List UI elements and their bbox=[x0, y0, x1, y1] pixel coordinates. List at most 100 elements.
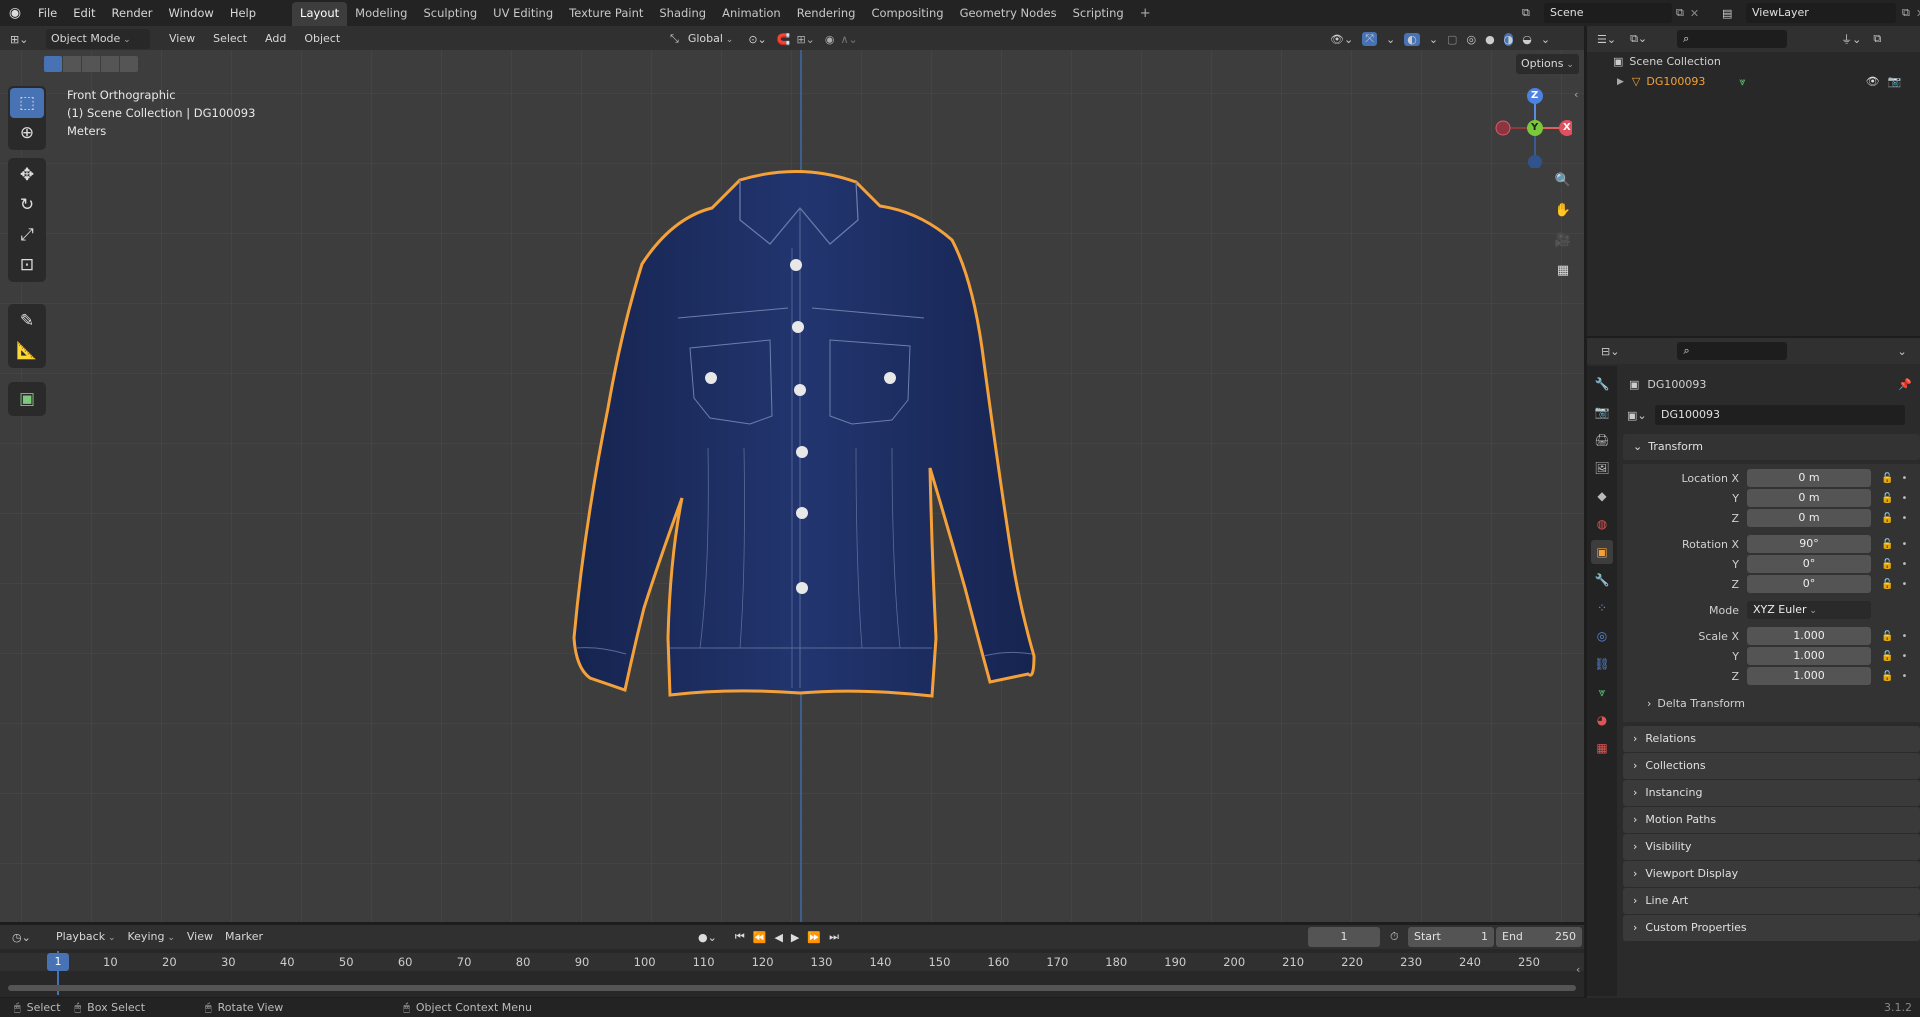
render-tab-icon[interactable]: 📷 bbox=[1591, 400, 1613, 424]
panel-custom-properties[interactable]: › Custom Properties bbox=[1623, 915, 1920, 941]
tab-shading[interactable]: Shading bbox=[651, 2, 714, 26]
timeline-menu-view[interactable]: View bbox=[181, 927, 219, 947]
jump-keyframe-forward-icon[interactable]: ⏩ bbox=[807, 931, 821, 944]
panel-motion-paths[interactable]: › Motion Paths bbox=[1623, 807, 1920, 833]
panel-instancing[interactable]: › Instancing bbox=[1623, 780, 1920, 806]
editor-type-icon[interactable]: ⊞⌄ bbox=[10, 33, 40, 46]
rotation-mode-dropdown[interactable]: XYZ Euler bbox=[1747, 601, 1871, 619]
object-tab-icon[interactable]: ▣ bbox=[1591, 540, 1613, 564]
view-layer-tab-icon[interactable]: 🖼 bbox=[1591, 456, 1613, 480]
select-mode-buttons[interactable] bbox=[44, 56, 138, 72]
tab-texture-paint[interactable]: Texture Paint bbox=[561, 2, 651, 26]
lock-icon[interactable]: 🔓• bbox=[1881, 473, 1915, 484]
lock-icon[interactable]: 🔓• bbox=[1881, 493, 1915, 504]
tab-sculpting[interactable]: Sculpting bbox=[415, 2, 485, 26]
tab-animation[interactable]: Animation bbox=[714, 2, 789, 26]
mesh-data-icon[interactable]: ⩔ bbox=[1739, 72, 1745, 92]
physics-tab-icon[interactable]: ◎ bbox=[1591, 624, 1613, 648]
timeline[interactable]: 10 20 30 40 50 60 70 80 90 100 110 120 130 140 150 160 1… bbox=[0, 949, 1584, 997]
blender-logo-icon[interactable]: ◉ bbox=[0, 5, 30, 21]
jump-keyframe-back-icon[interactable]: ⏪ bbox=[753, 931, 767, 944]
menu-help[interactable]: Help bbox=[222, 0, 264, 26]
particles-tab-icon[interactable]: ⁘ bbox=[1591, 596, 1613, 620]
mode-dropdown[interactable]: Object Mode bbox=[46, 29, 150, 49]
snap-options-icon[interactable]: ⊞⌄ bbox=[796, 33, 814, 46]
sidebar-toggle-icon[interactable]: ‹ bbox=[1574, 88, 1578, 101]
timeline-menu-marker[interactable]: Marker bbox=[219, 927, 269, 947]
lock-icon[interactable]: 🔓• bbox=[1881, 631, 1915, 642]
tab-modeling[interactable]: Modeling bbox=[347, 2, 415, 26]
viewport-menu-select[interactable]: Select bbox=[204, 29, 256, 49]
tab-rendering[interactable]: Rendering bbox=[789, 2, 864, 26]
material-shading-icon[interactable]: ◑ bbox=[1503, 32, 1514, 46]
location-y-field[interactable]: 0 m bbox=[1747, 489, 1871, 507]
scale-z-field[interactable]: 1.000 bbox=[1747, 667, 1871, 685]
rendered-shading-icon[interactable]: ◒ bbox=[1522, 33, 1532, 46]
pan-hand-icon[interactable]: ✋ bbox=[1551, 198, 1575, 222]
panel-viewport-display[interactable]: › Viewport Display bbox=[1623, 861, 1920, 887]
scene-tab-icon[interactable]: ◆ bbox=[1591, 484, 1613, 508]
tab-layout[interactable]: Layout bbox=[292, 2, 348, 26]
move-tool-icon[interactable]: ✥ bbox=[10, 160, 44, 190]
play-icon[interactable]: ▶ bbox=[791, 931, 799, 944]
tool-tab-icon[interactable]: 🔧 bbox=[1591, 372, 1613, 396]
lock-icon[interactable]: 🔓• bbox=[1881, 651, 1915, 662]
properties-search[interactable]: ⌕ bbox=[1677, 342, 1788, 360]
remove-view-layer-icon[interactable]: ✕ bbox=[1916, 7, 1920, 20]
timeline-menu-keying[interactable]: Keying bbox=[122, 927, 181, 947]
denim-jacket-object[interactable] bbox=[560, 168, 1040, 748]
properties-options-icon[interactable]: ⌄ bbox=[1897, 345, 1906, 358]
menu-file[interactable]: File bbox=[30, 0, 65, 26]
world-tab-icon[interactable]: ◍ bbox=[1591, 512, 1613, 536]
location-z-field[interactable]: 0 m bbox=[1747, 509, 1871, 527]
delta-transform-header[interactable]: › Delta Transform bbox=[1623, 692, 1920, 716]
shading-options-icon[interactable]: ⌄ bbox=[1541, 33, 1550, 46]
orientation-icon[interactable]: ⤡ bbox=[670, 32, 679, 46]
scene-collection-label[interactable]: Scene Collection bbox=[1629, 52, 1720, 72]
rotation-z-field[interactable]: 0° bbox=[1747, 575, 1871, 593]
texture-tab-icon[interactable]: ▦ bbox=[1591, 736, 1613, 760]
jump-start-icon[interactable]: ⏮ bbox=[735, 930, 745, 944]
rotation-x-field[interactable]: 90° bbox=[1747, 535, 1871, 553]
scale-x-field[interactable]: 1.000 bbox=[1747, 627, 1871, 645]
expand-arrow-icon[interactable]: ▶ bbox=[1617, 72, 1624, 92]
snap-icon[interactable]: 🧲 bbox=[777, 33, 791, 46]
pin-icon[interactable]: 📌 bbox=[1898, 378, 1912, 391]
viewport-menu-object[interactable]: Object bbox=[295, 29, 349, 49]
object-browse-icon[interactable]: ▣⌄ bbox=[1627, 409, 1655, 422]
rotate-tool-icon[interactable]: ↻ bbox=[10, 190, 44, 220]
play-reverse-icon[interactable]: ◀ bbox=[774, 931, 782, 944]
lock-icon[interactable]: 🔓• bbox=[1881, 513, 1915, 524]
timeline-scrollbar[interactable] bbox=[8, 985, 1576, 991]
add-workspace-button[interactable]: + bbox=[1132, 6, 1159, 21]
preview-range-icon[interactable]: ⏱ bbox=[1390, 930, 1399, 944]
orientation-dropdown[interactable]: Global bbox=[683, 29, 739, 49]
display-mode-icon[interactable]: ⧉⌄ bbox=[1630, 32, 1647, 46]
output-tab-icon[interactable]: 🖨 bbox=[1591, 428, 1613, 452]
start-frame-field[interactable]: Start 1 bbox=[1408, 927, 1494, 947]
location-x-field[interactable]: 0 m bbox=[1747, 469, 1871, 487]
scale-tool-icon[interactable]: ⤢ bbox=[10, 220, 44, 250]
material-tab-icon[interactable]: ◕ bbox=[1591, 708, 1613, 732]
lock-icon[interactable]: 🔓• bbox=[1881, 539, 1915, 550]
outliner-editor-icon[interactable]: ☰⌄ bbox=[1597, 33, 1616, 46]
timeline-sidebar-toggle-icon[interactable]: ‹ bbox=[1576, 963, 1580, 976]
annotate-tool-icon[interactable]: ✎ bbox=[10, 306, 44, 336]
jump-end-icon[interactable]: ⏭ bbox=[829, 930, 839, 944]
tab-scripting[interactable]: Scripting bbox=[1065, 2, 1132, 26]
rotation-y-field[interactable]: 0° bbox=[1747, 555, 1871, 573]
measure-tool-icon[interactable]: 📐 bbox=[10, 336, 44, 366]
outliner-search[interactable]: ⌕ bbox=[1677, 30, 1788, 48]
panel-relations[interactable]: › Relations bbox=[1623, 726, 1920, 752]
menu-edit[interactable]: Edit bbox=[65, 0, 103, 26]
transform-panel-header[interactable]: ⌄ Transform bbox=[1623, 434, 1920, 460]
select-extend-icon[interactable] bbox=[63, 56, 81, 72]
current-frame-marker[interactable]: 1 bbox=[47, 953, 69, 971]
menu-window[interactable]: Window bbox=[160, 0, 221, 26]
panel-line-art[interactable]: › Line Art bbox=[1623, 888, 1920, 914]
overlay-dropdown-icon[interactable]: ⌄ bbox=[1429, 33, 1438, 46]
tab-compositing[interactable]: Compositing bbox=[863, 2, 951, 26]
3d-viewport[interactable]: ⬚ ⊕ ✥ ↻ ⤢ ⊡ ✎ 📐 ▣ Front Orthographic (1)… bbox=[0, 50, 1584, 922]
modifier-tab-icon[interactable]: 🔧 bbox=[1591, 568, 1613, 592]
new-collection-icon[interactable]: ⧉ bbox=[1873, 32, 1881, 46]
